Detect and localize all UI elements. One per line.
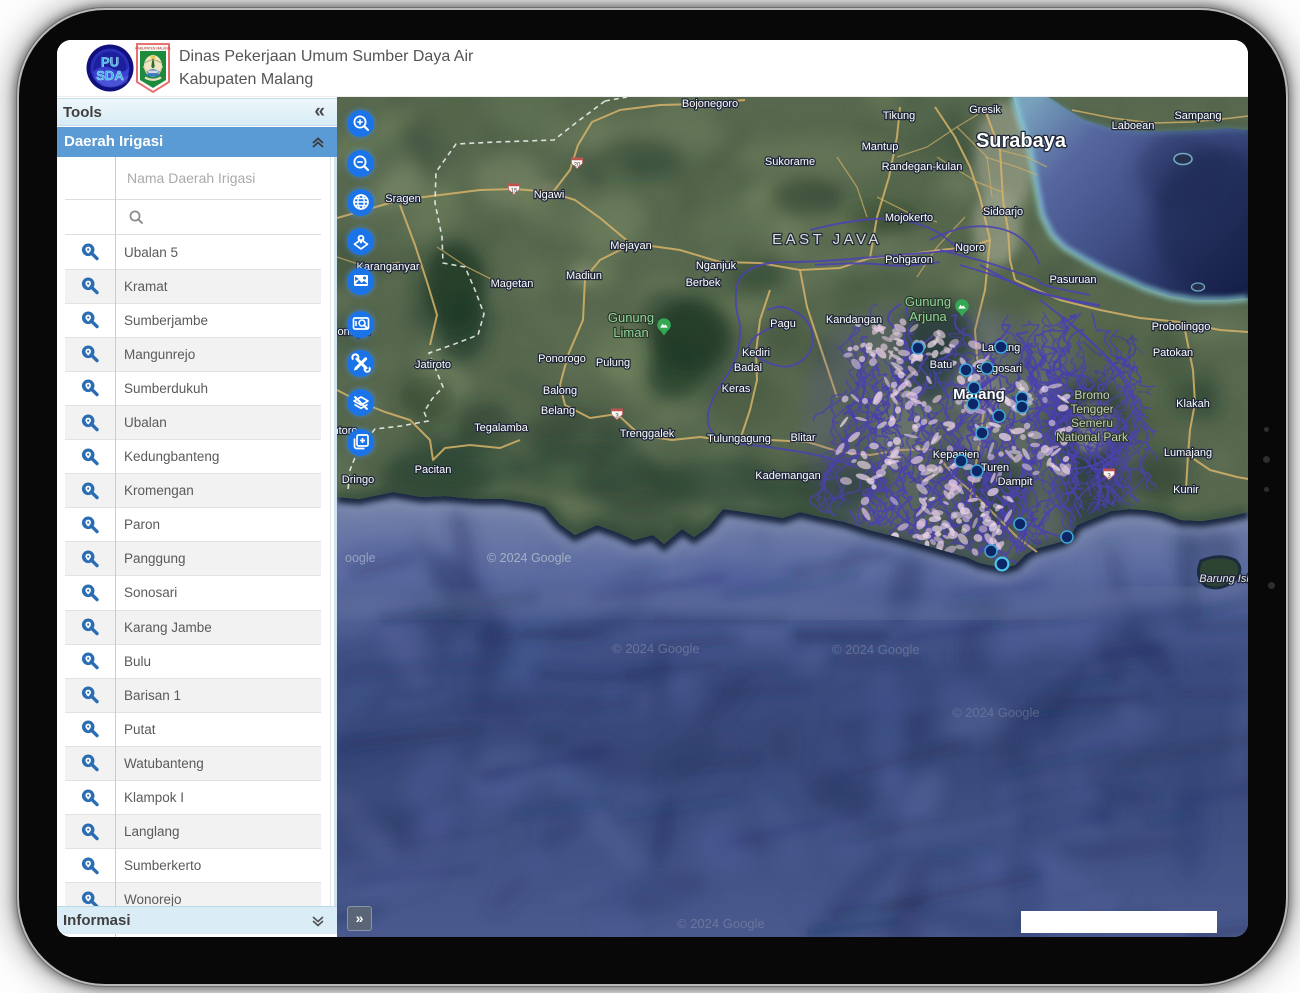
svg-text:Ngoro: Ngoro bbox=[955, 242, 985, 254]
svg-text:Pulung: Pulung bbox=[596, 357, 630, 369]
svg-text:Lumajang: Lumajang bbox=[1164, 447, 1212, 459]
svg-text:oogle: oogle bbox=[345, 551, 376, 565]
svg-text:Surabaya: Surabaya bbox=[976, 130, 1067, 152]
svg-text:Tulungagung: Tulungagung bbox=[707, 433, 771, 445]
svg-text:Pasuruan: Pasuruan bbox=[1049, 274, 1096, 286]
svg-text:© 2024 Google: © 2024 Google bbox=[832, 642, 920, 657]
svg-text:Bojonegoro: Bojonegoro bbox=[682, 98, 738, 110]
svg-text:Madiun: Madiun bbox=[566, 270, 602, 282]
svg-text:Tengger: Tengger bbox=[1070, 402, 1113, 416]
svg-text:Nganjuk: Nganjuk bbox=[696, 260, 737, 272]
svg-text:© 2024 Google: © 2024 Google bbox=[612, 641, 700, 656]
svg-text:© 2024 Google: © 2024 Google bbox=[677, 916, 765, 931]
svg-text:EAST JAVA: EAST JAVA bbox=[772, 231, 882, 248]
svg-text:Sidoarjo: Sidoarjo bbox=[983, 206, 1023, 218]
svg-text:KABUPATEN MALANG: KABUPATEN MALANG bbox=[135, 47, 171, 51]
svg-text:National Park: National Park bbox=[1056, 430, 1129, 444]
svg-text:Arjuna: Arjuna bbox=[909, 309, 947, 324]
svg-text:Pohgaron: Pohgaron bbox=[885, 254, 933, 266]
svg-text:Kandangan: Kandangan bbox=[826, 314, 882, 326]
svg-text:Bromo: Bromo bbox=[1074, 388, 1110, 402]
svg-text:15: 15 bbox=[511, 189, 518, 195]
svg-text:Gunung: Gunung bbox=[608, 310, 654, 325]
svg-text:Laboean: Laboean bbox=[1112, 120, 1155, 132]
svg-text:Pagu: Pagu bbox=[770, 318, 796, 330]
svg-text:Turen: Turen bbox=[981, 462, 1009, 474]
svg-text:Trenggalek: Trenggalek bbox=[620, 428, 675, 440]
svg-text:© 2024 Google: © 2024 Google bbox=[952, 705, 1040, 720]
svg-text:Mojokerto: Mojokerto bbox=[885, 212, 933, 224]
svg-text:Barung Isl: Barung Isl bbox=[1199, 573, 1248, 585]
svg-text:Gresik: Gresik bbox=[969, 104, 1001, 116]
svg-text:Kademangan: Kademangan bbox=[755, 470, 820, 482]
svg-text:Sampang: Sampang bbox=[1174, 110, 1221, 122]
svg-text:Klakah: Klakah bbox=[1176, 398, 1210, 410]
svg-text:Blitar: Blitar bbox=[790, 432, 815, 444]
svg-text:Gunung: Gunung bbox=[905, 294, 951, 309]
svg-text:Dampit: Dampit bbox=[998, 476, 1033, 488]
svg-text:Kunir: Kunir bbox=[1173, 484, 1199, 496]
svg-text:20: 20 bbox=[574, 163, 581, 169]
svg-text:Jatiroto: Jatiroto bbox=[415, 359, 451, 371]
svg-text:Tegalamba: Tegalamba bbox=[474, 422, 529, 434]
svg-text:Mejayan: Mejayan bbox=[610, 240, 652, 252]
svg-text:Mantup: Mantup bbox=[862, 141, 899, 153]
svg-text:Sragen: Sragen bbox=[385, 193, 420, 205]
svg-text:SDA: SDA bbox=[96, 68, 124, 83]
svg-text:Ponorogo: Ponorogo bbox=[538, 353, 586, 365]
svg-text:Patokan: Patokan bbox=[1153, 347, 1193, 359]
svg-text:Magetan: Magetan bbox=[491, 278, 534, 290]
svg-text:Kediri: Kediri bbox=[742, 347, 770, 359]
svg-text:Ngawi: Ngawi bbox=[534, 189, 565, 201]
svg-text:© 2024 Google: © 2024 Google bbox=[487, 551, 571, 565]
svg-text:Tikung: Tikung bbox=[883, 110, 916, 122]
svg-text:Sukorame: Sukorame bbox=[765, 156, 815, 168]
svg-text:Liman: Liman bbox=[613, 325, 648, 340]
svg-text:Balong: Balong bbox=[543, 385, 577, 397]
svg-text:Pacitan: Pacitan bbox=[415, 464, 452, 476]
svg-text:Probolinggo: Probolinggo bbox=[1152, 321, 1211, 333]
svg-text:Keras: Keras bbox=[722, 383, 751, 395]
svg-text:Batu: Batu bbox=[930, 359, 953, 371]
svg-text:Dringo: Dringo bbox=[342, 474, 374, 486]
svg-text:Belang: Belang bbox=[541, 405, 575, 417]
svg-text:Randegan-kulan: Randegan-kulan bbox=[882, 161, 963, 173]
svg-text:Berbek: Berbek bbox=[686, 277, 721, 289]
svg-text:Badal: Badal bbox=[734, 362, 762, 374]
svg-text:Semeru: Semeru bbox=[1071, 416, 1113, 430]
